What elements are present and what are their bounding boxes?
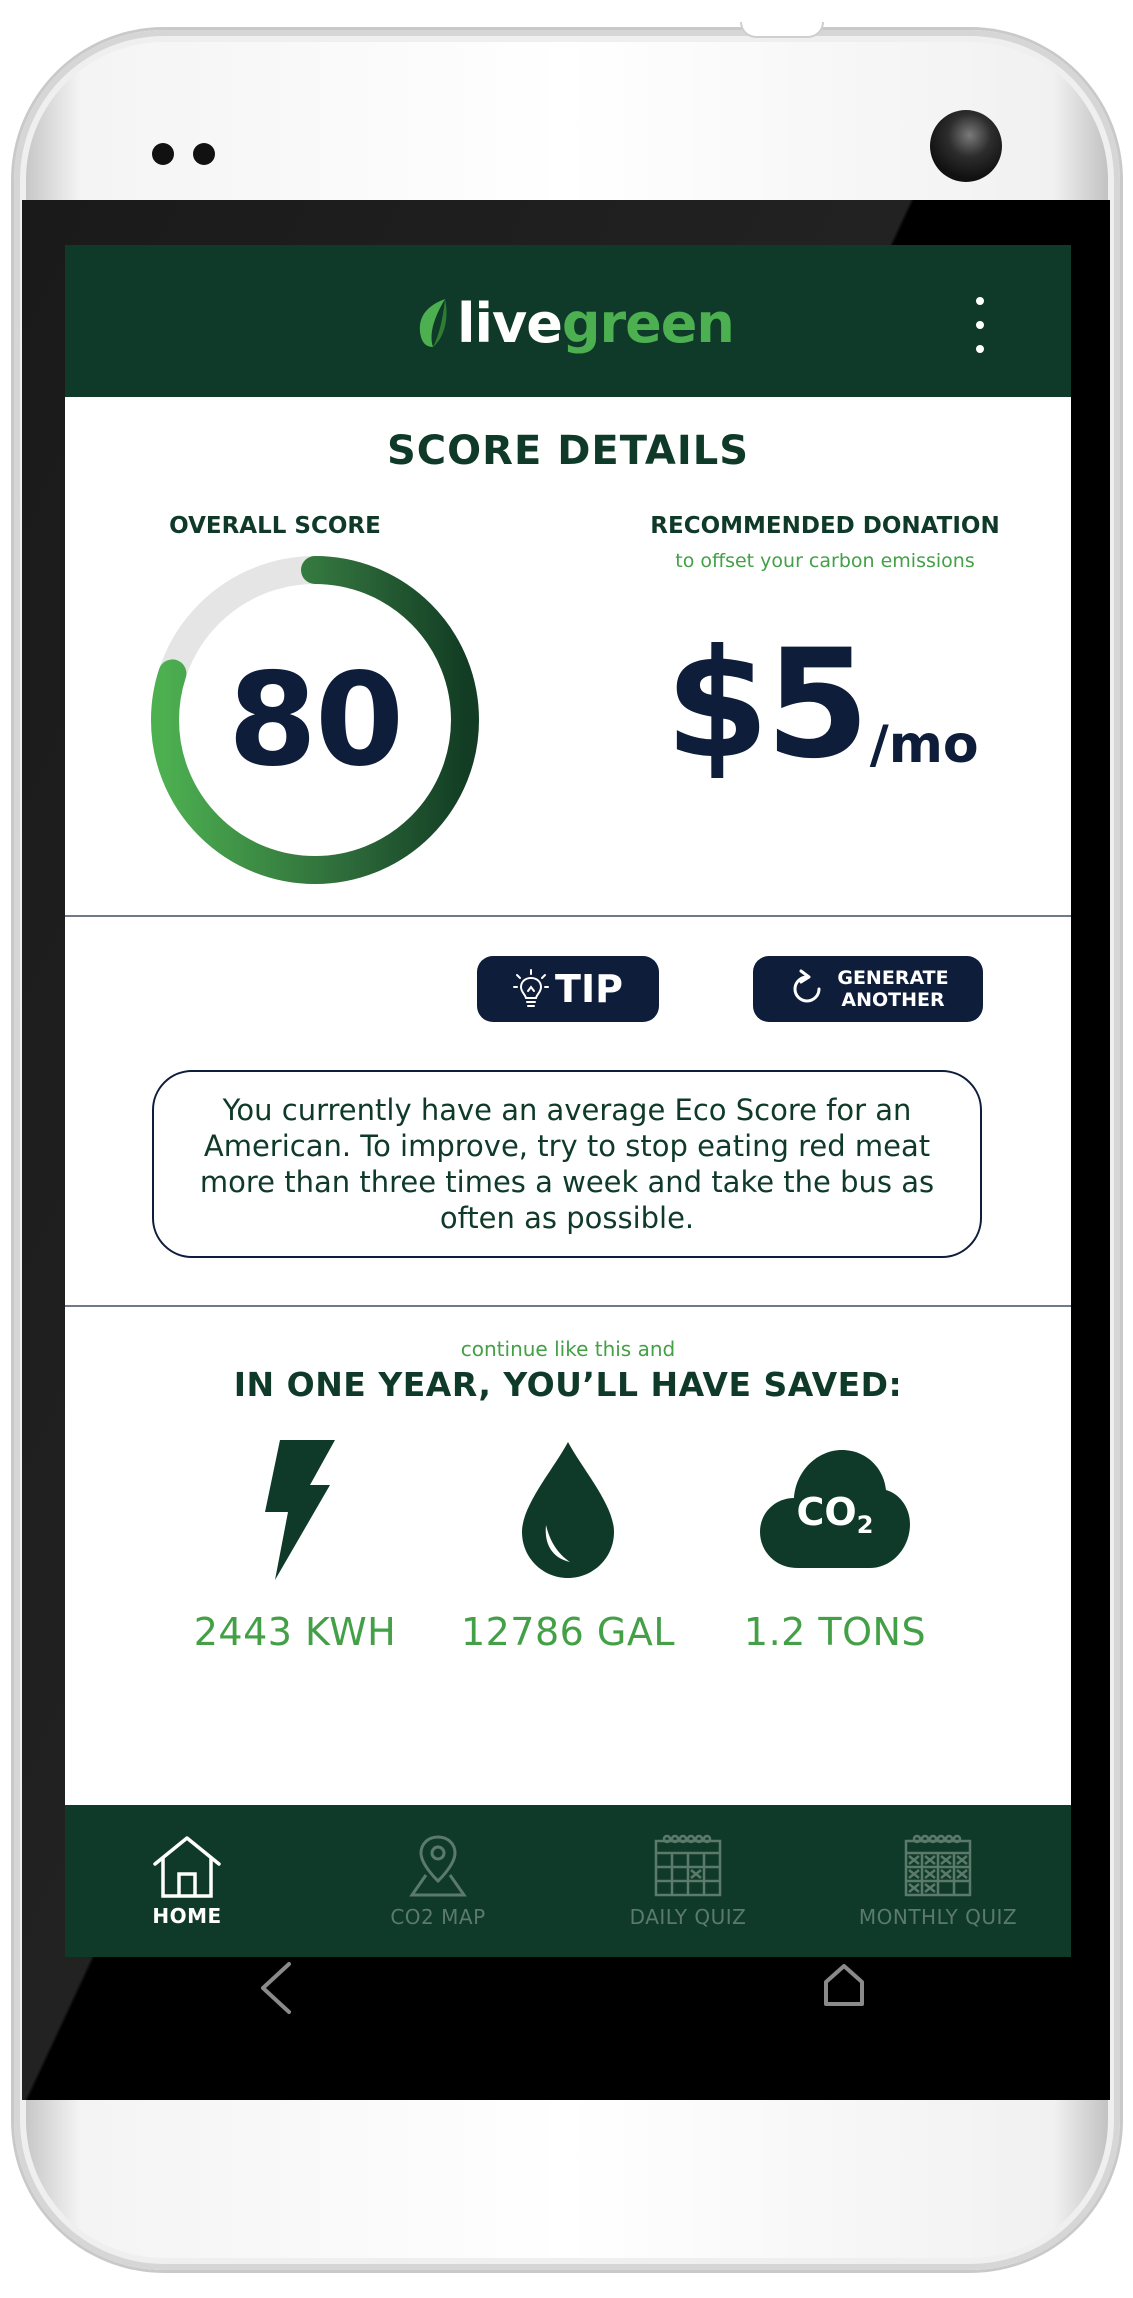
lightbulb-icon [513,969,550,1007]
tip-message: You currently have an average Eco Score … [199,1093,935,1235]
co2-icon-text: CO [796,1490,857,1534]
home-icon [153,1836,221,1898]
generate-another-label: GENERATE ANOTHER [837,967,948,1011]
logo-text-live: live [457,291,563,355]
tip-button-label: TIP [555,967,623,1011]
refresh-icon [793,969,821,1003]
savings-intro: continue like this and [460,1337,676,1361]
map-pin-icon [409,1835,467,1897]
co2-icon-subscript: 2 [856,1511,874,1539]
overall-score-label: OVERALL SCORE [169,513,381,539]
tip-message-box: You currently have an average Eco Score … [152,1070,982,1258]
page-title: SCORE DETAILS [386,428,750,474]
sensor-dot [193,143,215,165]
co2-cloud-icon: CO2 [760,1450,910,1570]
generate-label-line2: ANOTHER [841,989,945,1011]
water-saved-value: 12786 GAL [460,1610,676,1654]
system-home-icon[interactable] [822,1960,866,2010]
logo-text-green: green [561,291,735,355]
nav-item-home[interactable]: HOME [65,1805,312,1957]
donation-unit: /mo [869,715,979,775]
lightning-icon [265,1440,335,1580]
generate-another-button[interactable]: GENERATE ANOTHER [753,956,983,1022]
overall-score-value: 80 [227,645,404,795]
savings-title: IN ONE YEAR, YOU’LL HAVE SAVED: [233,1365,903,1404]
nav-label-daily-quiz: DAILY QUIZ [629,1905,747,1929]
phone-top-button [740,22,824,38]
app-logo: live green [415,283,735,363]
generate-label-line1: GENERATE [837,967,949,989]
system-back-icon[interactable] [255,1958,295,2018]
overflow-menu-icon[interactable] [970,297,990,353]
calendar-grid-icon [904,1834,972,1897]
sensor-dot [152,143,174,165]
co2-saved-value: 1.2 TONS [743,1610,927,1654]
section-divider [65,915,1071,917]
app-screen: live green SCORE DETAILS OVERALL SCORE RE… [65,245,1071,1957]
nav-item-co2-map[interactable]: CO2 MAP [313,1805,563,1957]
tip-button[interactable]: TIP [477,956,659,1022]
nav-label-co2-map: CO2 MAP [390,1905,486,1929]
nav-label-monthly-quiz: MONTHLY QUIZ [858,1905,1018,1929]
calendar-icon [654,1834,722,1897]
water-drop-icon [522,1442,614,1578]
donation-sublabel: to offset your carbon emissions [675,550,975,572]
bottom-navigation: HOME CO2 MAP DAILY QUIZ MONTHLY QUIZ [65,1805,1071,1957]
nav-label-home: HOME [152,1904,222,1928]
donation-amount: $5 /mo [665,620,1045,780]
front-camera [930,110,1002,182]
section-divider [65,1305,1071,1307]
nav-item-monthly-quiz[interactable]: MONTHLY QUIZ [813,1805,1063,1957]
donation-value: $5 [665,618,870,792]
leaf-icon [419,299,447,347]
nav-item-daily-quiz[interactable]: DAILY QUIZ [563,1805,813,1957]
energy-saved-value: 2443 KWH [193,1610,397,1654]
app-header: live green [65,245,1071,397]
recommended-donation-label: RECOMMENDED DONATION [650,513,1000,539]
